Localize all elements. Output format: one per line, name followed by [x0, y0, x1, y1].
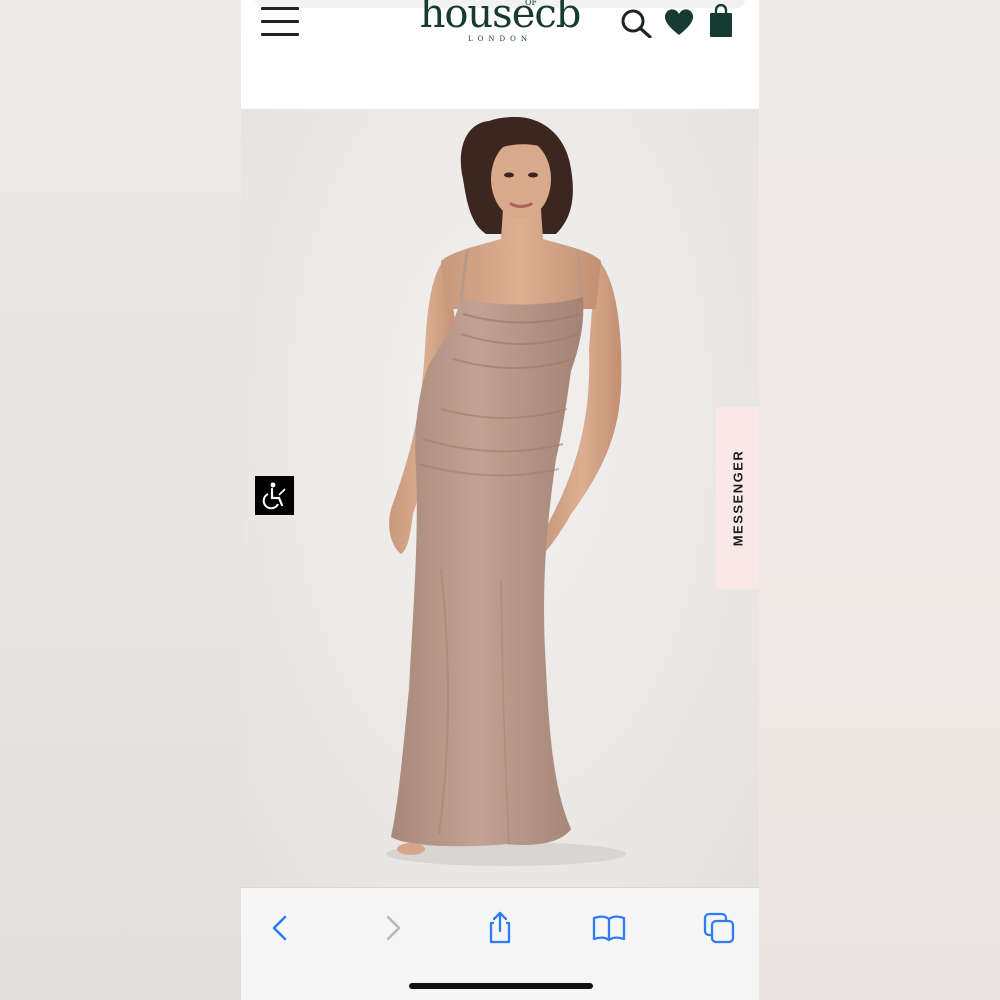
site-logo[interactable]: housecb OF LONDON	[411, 0, 589, 43]
search-icon[interactable]	[619, 4, 655, 38]
logo-text-b: cb	[534, 0, 581, 37]
back-icon[interactable]	[263, 910, 299, 946]
model-in-dress-image	[386, 117, 626, 866]
accessibility-icon	[262, 482, 286, 510]
bookmarks-icon[interactable]	[591, 910, 627, 946]
background-right	[759, 0, 1000, 1000]
logo-text: house	[419, 0, 536, 37]
background-left	[0, 0, 241, 1000]
shopping-bag-icon[interactable]	[707, 4, 735, 38]
messenger-tab[interactable]: MESSENGER	[716, 407, 759, 589]
tabs-icon[interactable]	[701, 910, 737, 946]
product-hero-image[interactable]: MESSENGER	[241, 109, 759, 887]
forward-icon[interactable]	[374, 910, 410, 946]
logo-of: OF	[525, 0, 538, 7]
phone-screen: housecb OF LONDON MESSENGER	[241, 0, 759, 1000]
menu-icon[interactable]	[261, 4, 301, 36]
home-indicator	[409, 983, 593, 989]
browser-toolbar	[241, 887, 759, 1000]
accessibility-button[interactable]	[255, 476, 294, 515]
site-header: housecb OF LONDON	[241, 0, 759, 110]
share-icon[interactable]	[482, 910, 518, 946]
messenger-label: MESSENGER	[730, 449, 745, 547]
heart-icon[interactable]	[662, 4, 696, 38]
